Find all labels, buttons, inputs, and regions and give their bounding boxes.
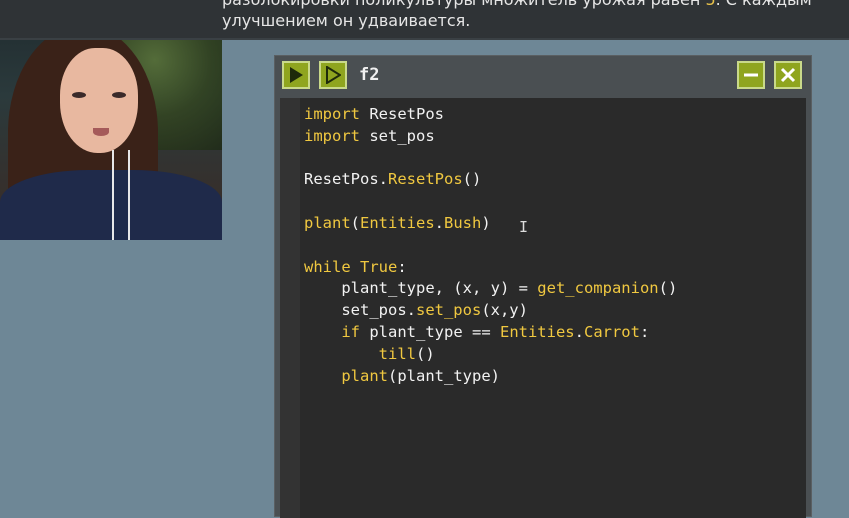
banner-text-line1: разблокировки поликультуры множитель уро… [222, 0, 812, 9]
code-line[interactable]: plant_type, (x, y) = get_companion() [304, 278, 677, 300]
code-keyword: import [304, 105, 360, 123]
code-keyword: if [341, 322, 360, 341]
code-text: ResetPos [360, 105, 444, 123]
code-line[interactable] [304, 191, 677, 213]
code-identifier: set_pos [415, 301, 482, 320]
code-keyword: True [360, 257, 398, 276]
webcam-eye-right [112, 92, 126, 98]
play-icon [290, 67, 303, 83]
code-line[interactable]: if plant_type == Entities.Carrot: [304, 322, 677, 344]
code-content[interactable]: import ResetPos import set_pos ResetPos.R… [304, 104, 677, 387]
code-line[interactable]: import set_pos [304, 126, 677, 148]
code-keyword: while [304, 257, 351, 276]
code-line[interactable] [304, 148, 677, 170]
code-text: set_pos. [304, 301, 416, 320]
code-text: . [574, 322, 584, 341]
webcam-mouth [93, 128, 109, 136]
code-text: (x,y) [481, 301, 528, 320]
tooltip-banner: разблокировки поликультуры множитель уро… [0, 0, 849, 40]
code-text: : [639, 322, 650, 341]
webcam-earphone-cable [112, 150, 114, 240]
code-identifier: get_companion [537, 279, 659, 298]
code-text: ) [481, 213, 491, 232]
code-text: ( [350, 213, 361, 232]
close-icon [780, 67, 796, 83]
code-line[interactable]: import ResetPos [304, 104, 677, 126]
code-line[interactable]: till() [304, 344, 677, 366]
code-identifier: till [378, 344, 416, 363]
close-button[interactable] [774, 61, 802, 89]
code-identifier: ResetPos [388, 170, 463, 189]
code-identifier: Carrot [583, 322, 640, 341]
code-identifier: plant [341, 366, 388, 385]
code-identifier: Entities [499, 322, 575, 341]
webcam-person-body [0, 170, 222, 240]
play-outline-icon [326, 66, 341, 84]
code-line[interactable]: set_pos.set_pos(x,y) [304, 300, 677, 322]
webcam-earphone-cable [128, 150, 130, 240]
code-text: () [658, 279, 678, 298]
run-button[interactable] [282, 61, 310, 89]
code-text: plant_type == [360, 322, 500, 341]
editor-gutter [280, 98, 300, 518]
window-title: f2 [359, 65, 380, 85]
code-identifier: plant [304, 213, 351, 232]
code-editor[interactable]: import ResetPos import set_pos ResetPos.R… [280, 98, 806, 518]
code-text: ResetPos. [304, 170, 388, 189]
code-line[interactable] [304, 235, 677, 257]
minimize-button[interactable] [737, 61, 765, 89]
code-text: set_pos [360, 126, 435, 145]
code-line[interactable]: plant(plant_type) [304, 366, 677, 388]
code-identifier: Bush [444, 213, 482, 232]
code-line[interactable]: while True: [304, 257, 677, 279]
text-cursor-icon: I [519, 218, 529, 236]
minus-icon [744, 73, 758, 77]
window-titlebar[interactable]: f2 [275, 56, 811, 96]
banner-text-line2: улучшением он удваивается. [222, 11, 471, 30]
step-button[interactable] [319, 61, 347, 89]
code-text: : [397, 257, 407, 276]
code-line[interactable]: plant(Entities.Bush) [304, 213, 677, 235]
code-text: plant_type, (x, y) = [304, 279, 538, 298]
webcam-person-face [60, 48, 138, 153]
code-text: (plant_type) [388, 366, 500, 385]
code-window[interactable]: f2 import ResetPos import set_pos ResetPo… [274, 55, 812, 518]
code-text: . [434, 213, 445, 232]
webcam-eye-left [72, 92, 86, 98]
code-keyword: import [304, 126, 360, 145]
code-identifier: Entities [360, 213, 435, 232]
code-text: () [462, 170, 482, 189]
code-text: () [415, 344, 435, 363]
code-line[interactable]: ResetPos.ResetPos() [304, 169, 677, 191]
